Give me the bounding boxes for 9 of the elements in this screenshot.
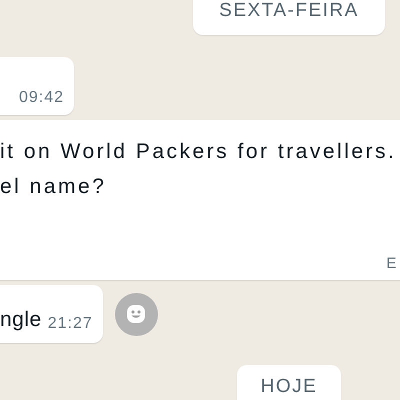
message-text: E [386, 255, 396, 272]
message-time: 09:42 [18, 89, 64, 107]
date-label: HOJE [237, 365, 341, 400]
smiley-icon [126, 304, 146, 324]
message-text: ngle [0, 307, 42, 333]
reaction-button[interactable] [114, 292, 158, 336]
date-label: SEXTA-FEIRA [193, 0, 385, 35]
message-time: 21:27 [48, 315, 93, 333]
message-text: it on World Packers for travellers. el name? [0, 139, 396, 200]
